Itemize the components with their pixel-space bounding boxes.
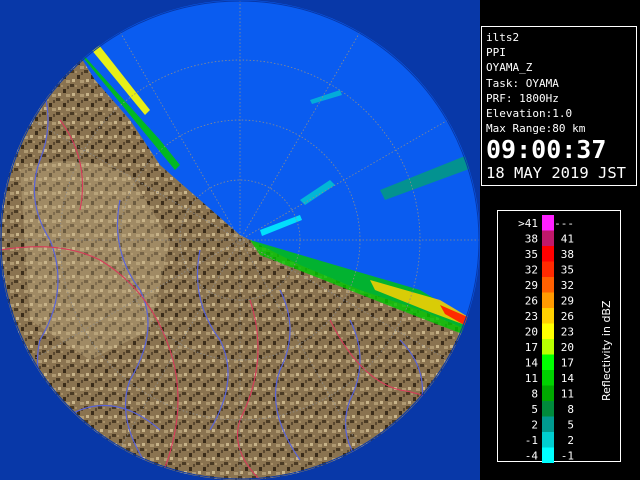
legend-high-value: 23 — [561, 326, 574, 339]
observation-date: 18 MAY 2019 JST — [486, 164, 626, 183]
legend-high-value: -1 — [561, 450, 574, 463]
radar-ppi-map — [0, 0, 480, 480]
legend-low-value: 11 — [525, 372, 538, 385]
legend-swatch — [542, 308, 554, 324]
legend-low-value: 26 — [525, 295, 538, 308]
legend-swatch — [542, 292, 554, 308]
legend-high-value: 41 — [561, 233, 574, 246]
legend-high-value: --- — [554, 217, 574, 230]
legend-high-value: 29 — [561, 295, 574, 308]
legend-swatch — [542, 230, 554, 246]
observation-time: 09:00:37 — [486, 135, 607, 165]
legend-high-value: 17 — [561, 357, 574, 370]
legend-swatch — [542, 416, 554, 432]
legend-swatch — [542, 447, 554, 463]
legend-low-value: 29 — [525, 279, 538, 292]
legend-title: Reflectivity in dBZ — [600, 300, 613, 401]
legend-swatch — [542, 261, 554, 277]
legend-swatch — [542, 385, 554, 401]
legend-swatch — [542, 370, 554, 386]
legend-low-value: 14 — [525, 357, 539, 370]
legend-high-value: 38 — [561, 248, 574, 261]
legend-low-value: 38 — [525, 233, 538, 246]
elevation-label: Elevation:1.0 — [486, 107, 573, 121]
legend-high-value: 35 — [561, 264, 574, 277]
legend-swatch — [542, 246, 554, 262]
legend-low-value: 23 — [525, 310, 538, 323]
legend-high-value: 8 — [567, 403, 574, 416]
legend-high-value: 2 — [567, 434, 574, 447]
legend-low-value: 5 — [531, 403, 538, 416]
legend-high-value: 26 — [561, 310, 574, 323]
prf-label: PRF: 1800Hz — [486, 91, 559, 105]
legend-low-value: >41 — [518, 217, 538, 230]
legend-low-value: 17 — [525, 341, 538, 354]
legend-low-value: -4 — [525, 450, 539, 463]
legend-high-value: 11 — [561, 388, 574, 401]
legend-swatch — [542, 339, 554, 355]
legend-high-value: 20 — [561, 341, 574, 354]
legend-swatch — [542, 401, 554, 417]
legend-swatch — [542, 323, 554, 339]
legend-low-value: -1 — [525, 434, 538, 447]
info-panel: ilts2 PPI OYAMA_Z Task: OYAMA PRF: 1800H… — [481, 26, 637, 186]
legend-swatch — [542, 215, 554, 231]
product-name: ilts2 — [486, 31, 520, 44]
legend-low-value: 8 — [531, 388, 538, 401]
legend-swatch — [542, 432, 554, 448]
task-label: Task: OYAMA — [486, 76, 559, 90]
legend-high-value: 14 — [561, 372, 575, 385]
legend-low-value: 2 — [531, 419, 538, 432]
legend-low-value: 35 — [525, 248, 538, 261]
legend-swatch — [542, 277, 554, 293]
legend-low-value: 20 — [525, 326, 538, 339]
scan-type: PPI — [486, 46, 506, 60]
legend-high-value: 5 — [567, 419, 574, 432]
site-name: OYAMA_Z — [486, 61, 533, 75]
legend-high-value: 32 — [561, 279, 574, 292]
legend-swatch — [542, 354, 554, 370]
reflectivity-legend: >41 --- 38 41 35 38 32 35 29 32 26 29 23 26 20 23 17 20 14… — [497, 210, 621, 463]
max-range-label: Max Range:80 km — [486, 122, 586, 136]
legend-low-value: 32 — [525, 264, 538, 277]
